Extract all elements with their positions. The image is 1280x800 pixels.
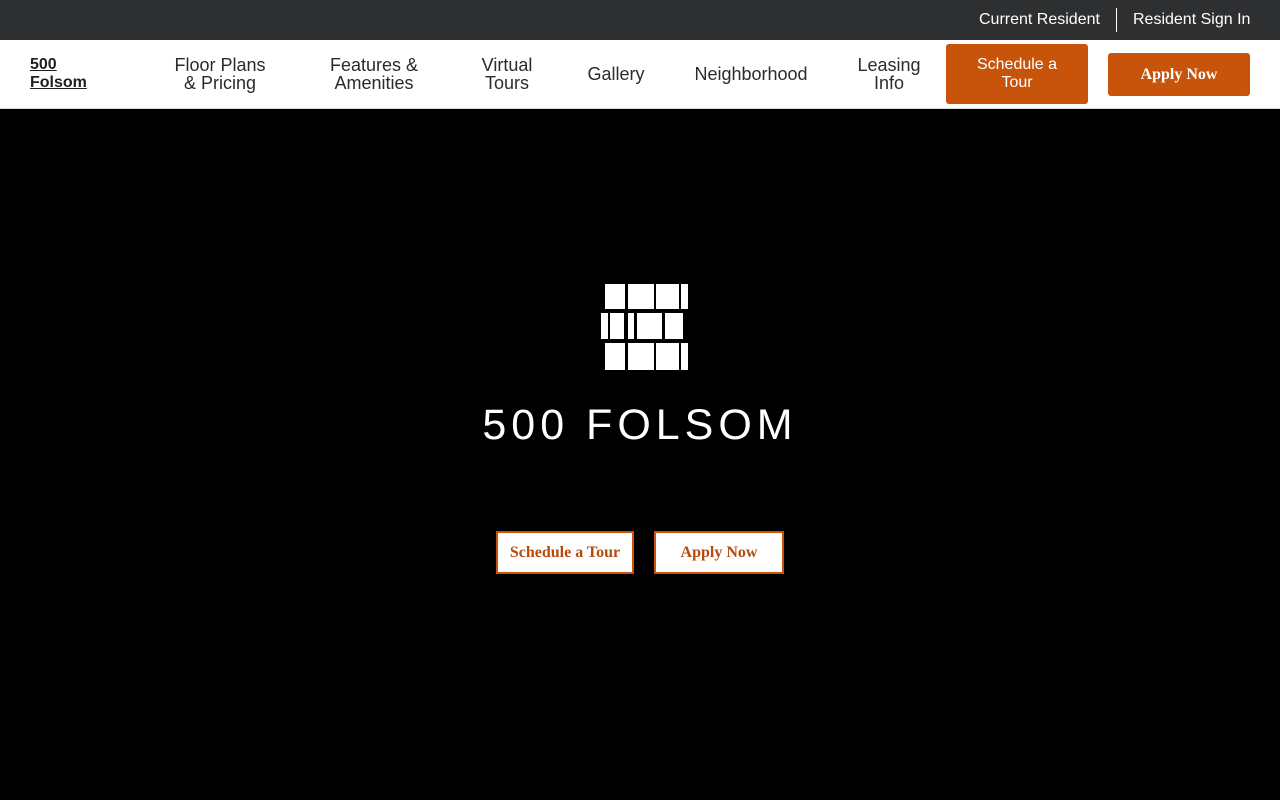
brand-line-1: 500 — [30, 56, 57, 73]
nav-virtual-tours[interactable]: Virtual Tours — [472, 40, 542, 108]
brand-line-2: Folsom — [30, 74, 87, 91]
nav-features-amenities[interactable]: Features & Amenities — [322, 40, 426, 108]
hero-section: 500 FOLSOM Schedule a Tour Apply Now — [0, 109, 1280, 800]
utility-bar: Current Resident Resident Sign In — [0, 0, 1280, 40]
nav-label: Gallery — [587, 64, 645, 84]
current-resident-link[interactable]: Current Resident — [979, 0, 1100, 40]
building-logo-icon — [601, 284, 688, 370]
hero-apply-now-button[interactable]: Apply Now — [654, 531, 784, 574]
nav-floor-plans-pricing[interactable]: Floor Plans & Pricing — [170, 40, 270, 108]
nav-label-line-2: & Pricing — [183, 73, 256, 93]
brand-logo-link[interactable]: 500 Folsom — [30, 56, 120, 92]
nav-label-line-1: Features & — [329, 55, 419, 75]
hero-schedule-tour-button[interactable]: Schedule a Tour — [496, 531, 634, 574]
utility-divider — [1116, 8, 1117, 32]
header-apply-now-button[interactable]: Apply Now — [1108, 53, 1250, 96]
nav-leasing-info[interactable]: Leasing Info — [852, 40, 926, 108]
nav-label-line-1: Virtual — [481, 55, 533, 75]
nav-label-line-2: Amenities — [334, 73, 414, 93]
nav-gallery[interactable]: Gallery — [582, 40, 650, 108]
nav-label-line-1: Floor Plans — [174, 55, 266, 75]
nav-label-line-1: Leasing — [857, 55, 921, 75]
main-header: 500 Folsom Floor Plans & Pricing Feature… — [0, 40, 1280, 109]
nav-neighborhood[interactable]: Neighborhood — [690, 40, 812, 108]
nav-label-line-2: Tours — [484, 73, 529, 93]
nav-label-line-2: Info — [873, 73, 905, 93]
header-schedule-tour-button[interactable]: Schedule a Tour — [946, 44, 1088, 104]
resident-sign-in-link[interactable]: Resident Sign In — [1133, 0, 1250, 40]
hero-logo-text: 500 FOLSOM — [482, 401, 798, 449]
nav-label: Neighborhood — [694, 64, 808, 84]
